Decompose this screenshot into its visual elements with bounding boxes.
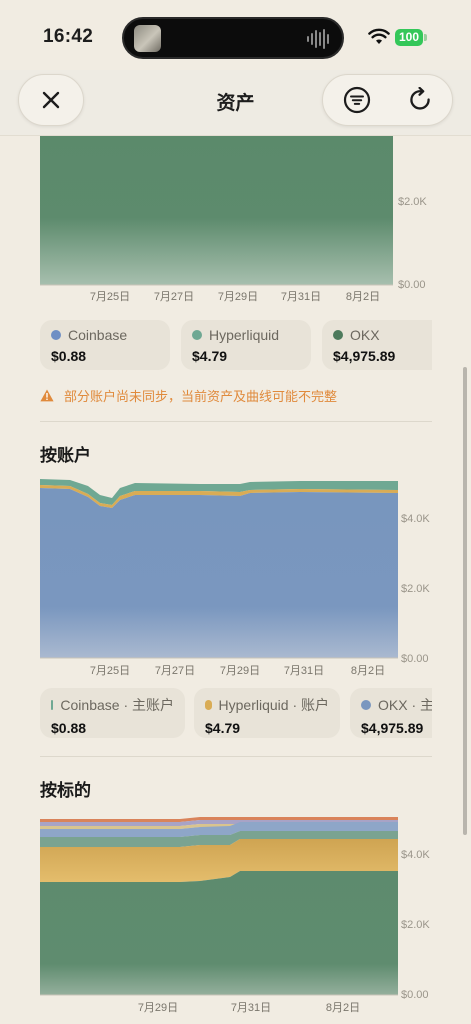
audio-waveform-icon: [307, 29, 329, 49]
x-tick: 7月31日: [281, 291, 321, 303]
status-bar: 16:42 100: [0, 0, 471, 70]
x-tick: 8月2日: [326, 1002, 360, 1014]
legend-accounts: Coinbase · 主账户 $0.88 Hyperliquid · 账户 $4…: [40, 688, 432, 738]
legend-label: Coinbase · 主账户: [51, 695, 174, 715]
legend-top: Coinbase $0.88 Hyperliquid $4.79 OKX $4,…: [40, 320, 432, 370]
legend-dot: [51, 330, 61, 340]
legend-label: OKX: [333, 327, 432, 343]
okx-area: [40, 136, 393, 285]
legend-value: $4,975.89: [361, 720, 424, 736]
legend-label: Hyperliquid · 账户: [205, 695, 329, 715]
legend-name: Coinbase · 主账户: [60, 697, 174, 713]
legend-card-hyperliquid-account[interactable]: Hyperliquid · 账户 $4.79: [194, 688, 340, 738]
legend-dot: [51, 700, 54, 710]
legend-label: Hyperliquid: [192, 327, 300, 343]
legend-value: $0.88: [51, 348, 87, 364]
legend-card-okx-main[interactable]: OKX · 主账户 $4,975.89: [350, 688, 432, 738]
legend-name: OKX · 主账户: [378, 697, 432, 713]
x-tick: 7月31日: [284, 665, 324, 677]
divider: [40, 756, 432, 757]
y-tick: $0.00: [398, 279, 426, 291]
x-tick: 8月2日: [346, 291, 380, 303]
legend-dot: [361, 700, 371, 710]
x-tick: 7月27日: [155, 665, 195, 677]
assets-chart-axes: $4.0K $2.0K $0.00 7月29日 7月31日 8月2日: [138, 849, 431, 1014]
battery-indicator: 100: [395, 29, 423, 46]
refresh-icon: [410, 87, 430, 110]
legend-value: $4,975.89: [333, 348, 396, 364]
filter-button[interactable]: [327, 75, 387, 125]
total-asset-chart: $2.0K $0.00 7月25日 7月27日 7月29日 7月31日 8月2日: [40, 136, 427, 303]
legend-name: Hyperliquid · 账户: [218, 697, 329, 713]
section-title-accounts: 按账户: [40, 446, 91, 465]
legend-dot: [205, 700, 212, 710]
refresh-button[interactable]: [391, 75, 451, 125]
y-tick: $2.0K: [401, 919, 430, 931]
legend-card-coinbase-main[interactable]: Coinbase · 主账户 $0.88: [40, 688, 185, 738]
legend-card-okx[interactable]: OKX $4,975.89: [322, 320, 432, 370]
content-scroll[interactable]: $2.0K $0.00 7月25日 7月27日 7月29日 7月31日 8月2日…: [0, 136, 471, 1024]
wifi-icon: [368, 28, 390, 44]
y-tick: $2.0K: [401, 583, 430, 595]
legend-name: Hyperliquid: [209, 327, 280, 343]
legend-name: Coinbase: [68, 327, 128, 343]
x-tick: 7月27日: [154, 291, 194, 303]
nav-bar: 资产: [0, 70, 471, 136]
x-tick: 7月29日: [218, 291, 258, 303]
legend-name: OKX: [350, 327, 380, 343]
y-tick: $0.00: [401, 989, 429, 1001]
x-tick: 7月25日: [90, 291, 130, 303]
legend-card-coinbase[interactable]: Coinbase $0.88: [40, 320, 170, 370]
okx-area-fill: [40, 488, 398, 658]
legend-value: $4.79: [192, 348, 228, 364]
y-tick: $0.00: [401, 653, 429, 665]
legend-card-hyperliquid[interactable]: Hyperliquid $4.79: [181, 320, 311, 370]
section-title-assets: 按标的: [40, 781, 91, 800]
x-tick: 7月29日: [220, 665, 260, 677]
accounts-chart-axes: $4.0K $2.0K $0.00 7月25日 7月27日 7月29日 7月31…: [40, 488, 430, 677]
legend-label: Coinbase: [51, 327, 159, 343]
x-tick: 7月25日: [90, 665, 130, 677]
dynamic-island: [122, 17, 344, 59]
sync-warning: 部分账户尚未同步，当前资产及曲线可能不完整: [40, 386, 337, 405]
now-playing-artwork: [134, 25, 161, 52]
status-time: 16:42: [43, 26, 94, 47]
filter-lines-icon: [343, 86, 371, 114]
x-tick: 7月31日: [231, 1002, 271, 1014]
x-tick: 7月29日: [138, 1002, 178, 1014]
legend-value: $4.79: [205, 720, 241, 736]
legend-value: $0.88: [51, 720, 87, 736]
battery-tip: [424, 34, 427, 41]
x-tick: 8月2日: [351, 665, 385, 677]
y-tick: $4.0K: [401, 849, 430, 861]
nav-actions: [322, 74, 453, 126]
legend-dot: [333, 330, 343, 340]
legend-dot: [192, 330, 202, 340]
y-tick: $2.0K: [398, 196, 427, 208]
warning-triangle-icon: [40, 389, 54, 402]
legend-label: OKX · 主账户: [361, 695, 432, 715]
scrollbar[interactable]: [463, 367, 467, 835]
y-tick: $4.0K: [401, 513, 430, 525]
divider: [40, 421, 432, 422]
warning-text: 部分账户尚未同步，当前资产及曲线可能不完整: [64, 389, 338, 404]
